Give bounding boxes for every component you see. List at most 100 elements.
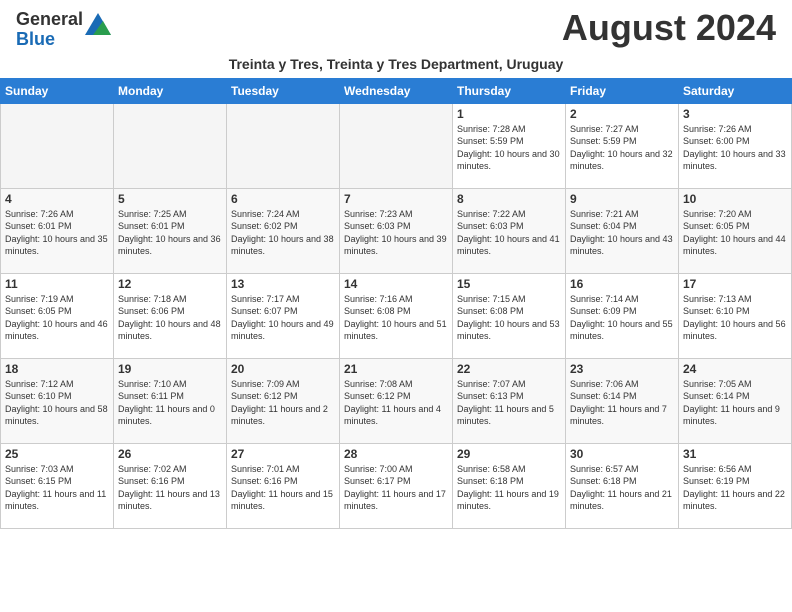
subtitle: Treinta y Tres, Treinta y Tres Departmen… — [0, 54, 792, 78]
logo-icon — [85, 13, 111, 39]
calendar-cell — [227, 103, 340, 188]
day-number: 12 — [118, 277, 222, 291]
col-thursday: Thursday — [453, 78, 566, 103]
calendar-cell: 13 Sunrise: 7:17 AMSunset: 6:07 PMDayligh… — [227, 273, 340, 358]
day-info: Sunrise: 7:26 AMSunset: 6:01 PMDaylight:… — [5, 208, 109, 258]
day-number: 21 — [344, 362, 448, 376]
calendar-cell: 22Sunrise: 7:07 AMSunset: 6:13 PMDayligh… — [453, 358, 566, 443]
calendar-cell: 11 Sunrise: 7:19 AMSunset: 6:05 PMDayligh… — [1, 273, 114, 358]
logo-general-text: General — [16, 9, 83, 29]
day-info: Sunrise: 7:24 AMSunset: 6:02 PMDaylight:… — [231, 208, 335, 258]
day-info: Sunrise: 7:15 AMSunset: 6:08 PMDaylight:… — [457, 293, 561, 343]
calendar-cell: 15 Sunrise: 7:15 AMSunset: 6:08 PMDayligh… — [453, 273, 566, 358]
day-number: 10 — [683, 192, 787, 206]
day-number: 17 — [683, 277, 787, 291]
calendar-cell: 6 Sunrise: 7:24 AMSunset: 6:02 PMDaylight… — [227, 188, 340, 273]
col-friday: Friday — [566, 78, 679, 103]
day-info: Sunrise: 7:10 AMSunset: 6:11 PMDaylight:… — [118, 378, 222, 428]
calendar-cell: 2Sunrise: 7:27 AMSunset: 5:59 PMDaylight… — [566, 103, 679, 188]
calendar-cell: 31Sunrise: 6:56 AMSunset: 6:19 PMDayligh… — [679, 443, 792, 528]
week-row-4: 18 Sunrise: 7:12 AMSunset: 6:10 PMDayligh… — [1, 358, 792, 443]
col-wednesday: Wednesday — [340, 78, 453, 103]
day-number: 4 — [5, 192, 109, 206]
day-info: Sunrise: 7:17 AMSunset: 6:07 PMDaylight:… — [231, 293, 335, 343]
day-number: 11 — [5, 277, 109, 291]
calendar-cell: 30 Sunrise: 6:57 AMSunset: 6:18 PMDayligh… — [566, 443, 679, 528]
calendar-cell: 21 Sunrise: 7:08 AMSunset: 6:12 PMDayligh… — [340, 358, 453, 443]
day-info: Sunrise: 7:16 AMSunset: 6:08 PMDaylight:… — [344, 293, 448, 343]
day-info: Sunrise: 7:01 AMSunset: 6:16 PMDaylight:… — [231, 463, 335, 513]
calendar-cell: 16 Sunrise: 7:14 AMSunset: 6:09 PMDayligh… — [566, 273, 679, 358]
day-number: 22 — [457, 362, 561, 376]
day-info: Sunrise: 7:14 AMSunset: 6:09 PMDaylight:… — [570, 293, 674, 343]
day-number: 3 — [683, 107, 787, 121]
calendar-cell — [114, 103, 227, 188]
day-number: 30 — [570, 447, 674, 461]
day-number: 8 — [457, 192, 561, 206]
day-number: 14 — [344, 277, 448, 291]
day-number: 6 — [231, 192, 335, 206]
header: General Blue August 2024 — [0, 0, 792, 54]
calendar-cell: 25 Sunrise: 7:03 AMSunset: 6:15 PMDayligh… — [1, 443, 114, 528]
day-number: 15 — [457, 277, 561, 291]
day-number: 24 — [683, 362, 787, 376]
day-info: Sunrise: 7:12 AMSunset: 6:10 PMDaylight:… — [5, 378, 109, 428]
calendar-cell: 12 Sunrise: 7:18 AMSunset: 6:06 PMDayligh… — [114, 273, 227, 358]
calendar-cell: 9Sunrise: 7:21 AMSunset: 6:04 PMDaylight… — [566, 188, 679, 273]
day-number: 25 — [5, 447, 109, 461]
day-info: Sunrise: 6:56 AMSunset: 6:19 PMDaylight:… — [683, 463, 787, 513]
day-info: Sunrise: 6:58 AMSunset: 6:18 PMDaylight:… — [457, 463, 561, 513]
logo: General Blue — [16, 10, 111, 50]
col-saturday: Saturday — [679, 78, 792, 103]
calendar-cell: 20 Sunrise: 7:09 AMSunset: 6:12 PMDayligh… — [227, 358, 340, 443]
day-number: 7 — [344, 192, 448, 206]
calendar-cell: 7 Sunrise: 7:23 AMSunset: 6:03 PMDaylight… — [340, 188, 453, 273]
day-number: 28 — [344, 447, 448, 461]
day-info: Sunrise: 7:03 AMSunset: 6:15 PMDaylight:… — [5, 463, 109, 513]
calendar-cell: 24 Sunrise: 7:05 AMSunset: 6:14 PMDayligh… — [679, 358, 792, 443]
day-info: Sunrise: 7:18 AMSunset: 6:06 PMDaylight:… — [118, 293, 222, 343]
day-number: 19 — [118, 362, 222, 376]
day-info: Sunrise: 7:00 AMSunset: 6:17 PMDaylight:… — [344, 463, 448, 513]
day-info: Sunrise: 7:27 AMSunset: 5:59 PMDaylight:… — [570, 123, 674, 173]
month-title: August 2024 — [562, 10, 776, 46]
week-row-3: 11 Sunrise: 7:19 AMSunset: 6:05 PMDayligh… — [1, 273, 792, 358]
calendar-cell: 23Sunrise: 7:06 AMSunset: 6:14 PMDayligh… — [566, 358, 679, 443]
calendar-cell: 18 Sunrise: 7:12 AMSunset: 6:10 PMDayligh… — [1, 358, 114, 443]
day-number: 26 — [118, 447, 222, 461]
day-info: Sunrise: 7:19 AMSunset: 6:05 PMDaylight:… — [5, 293, 109, 343]
day-info: Sunrise: 7:08 AMSunset: 6:12 PMDaylight:… — [344, 378, 448, 428]
day-info: Sunrise: 6:57 AMSunset: 6:18 PMDaylight:… — [570, 463, 674, 513]
col-tuesday: Tuesday — [227, 78, 340, 103]
day-number: 18 — [5, 362, 109, 376]
calendar-cell: 28 Sunrise: 7:00 AMSunset: 6:17 PMDayligh… — [340, 443, 453, 528]
day-number: 20 — [231, 362, 335, 376]
calendar-cell — [340, 103, 453, 188]
day-info: Sunrise: 7:22 AMSunset: 6:03 PMDaylight:… — [457, 208, 561, 258]
week-row-5: 25 Sunrise: 7:03 AMSunset: 6:15 PMDayligh… — [1, 443, 792, 528]
calendar-cell: 26 Sunrise: 7:02 AMSunset: 6:16 PMDayligh… — [114, 443, 227, 528]
calendar-cell: 17Sunrise: 7:13 AMSunset: 6:10 PMDayligh… — [679, 273, 792, 358]
day-number: 16 — [570, 277, 674, 291]
calendar-cell: 14 Sunrise: 7:16 AMSunset: 6:08 PMDayligh… — [340, 273, 453, 358]
calendar-cell: 8 Sunrise: 7:22 AMSunset: 6:03 PMDaylight… — [453, 188, 566, 273]
day-info: Sunrise: 7:02 AMSunset: 6:16 PMDaylight:… — [118, 463, 222, 513]
day-info: Sunrise: 7:20 AMSunset: 6:05 PMDaylight:… — [683, 208, 787, 258]
day-info: Sunrise: 7:25 AMSunset: 6:01 PMDaylight:… — [118, 208, 222, 258]
week-row-1: 1Sunrise: 7:28 AMSunset: 5:59 PMDaylight… — [1, 103, 792, 188]
calendar-cell: 19 Sunrise: 7:10 AMSunset: 6:11 PMDayligh… — [114, 358, 227, 443]
calendar-cell: 10 Sunrise: 7:20 AMSunset: 6:05 PMDayligh… — [679, 188, 792, 273]
day-number: 13 — [231, 277, 335, 291]
page-container: General Blue August 2024 Treinta y Tres,… — [0, 0, 792, 529]
calendar-cell: 27Sunrise: 7:01 AMSunset: 6:16 PMDayligh… — [227, 443, 340, 528]
day-number: 9 — [570, 192, 674, 206]
calendar-cell: 4 Sunrise: 7:26 AMSunset: 6:01 PMDaylight… — [1, 188, 114, 273]
day-info: Sunrise: 7:09 AMSunset: 6:12 PMDaylight:… — [231, 378, 335, 428]
calendar-cell — [1, 103, 114, 188]
day-info: Sunrise: 7:26 AMSunset: 6:00 PMDaylight:… — [683, 123, 787, 173]
day-number: 29 — [457, 447, 561, 461]
calendar-table: Sunday Monday Tuesday Wednesday Thursday… — [0, 78, 792, 529]
day-info: Sunrise: 7:23 AMSunset: 6:03 PMDaylight:… — [344, 208, 448, 258]
day-info: Sunrise: 7:05 AMSunset: 6:14 PMDaylight:… — [683, 378, 787, 428]
calendar-cell: 5Sunrise: 7:25 AMSunset: 6:01 PMDaylight… — [114, 188, 227, 273]
